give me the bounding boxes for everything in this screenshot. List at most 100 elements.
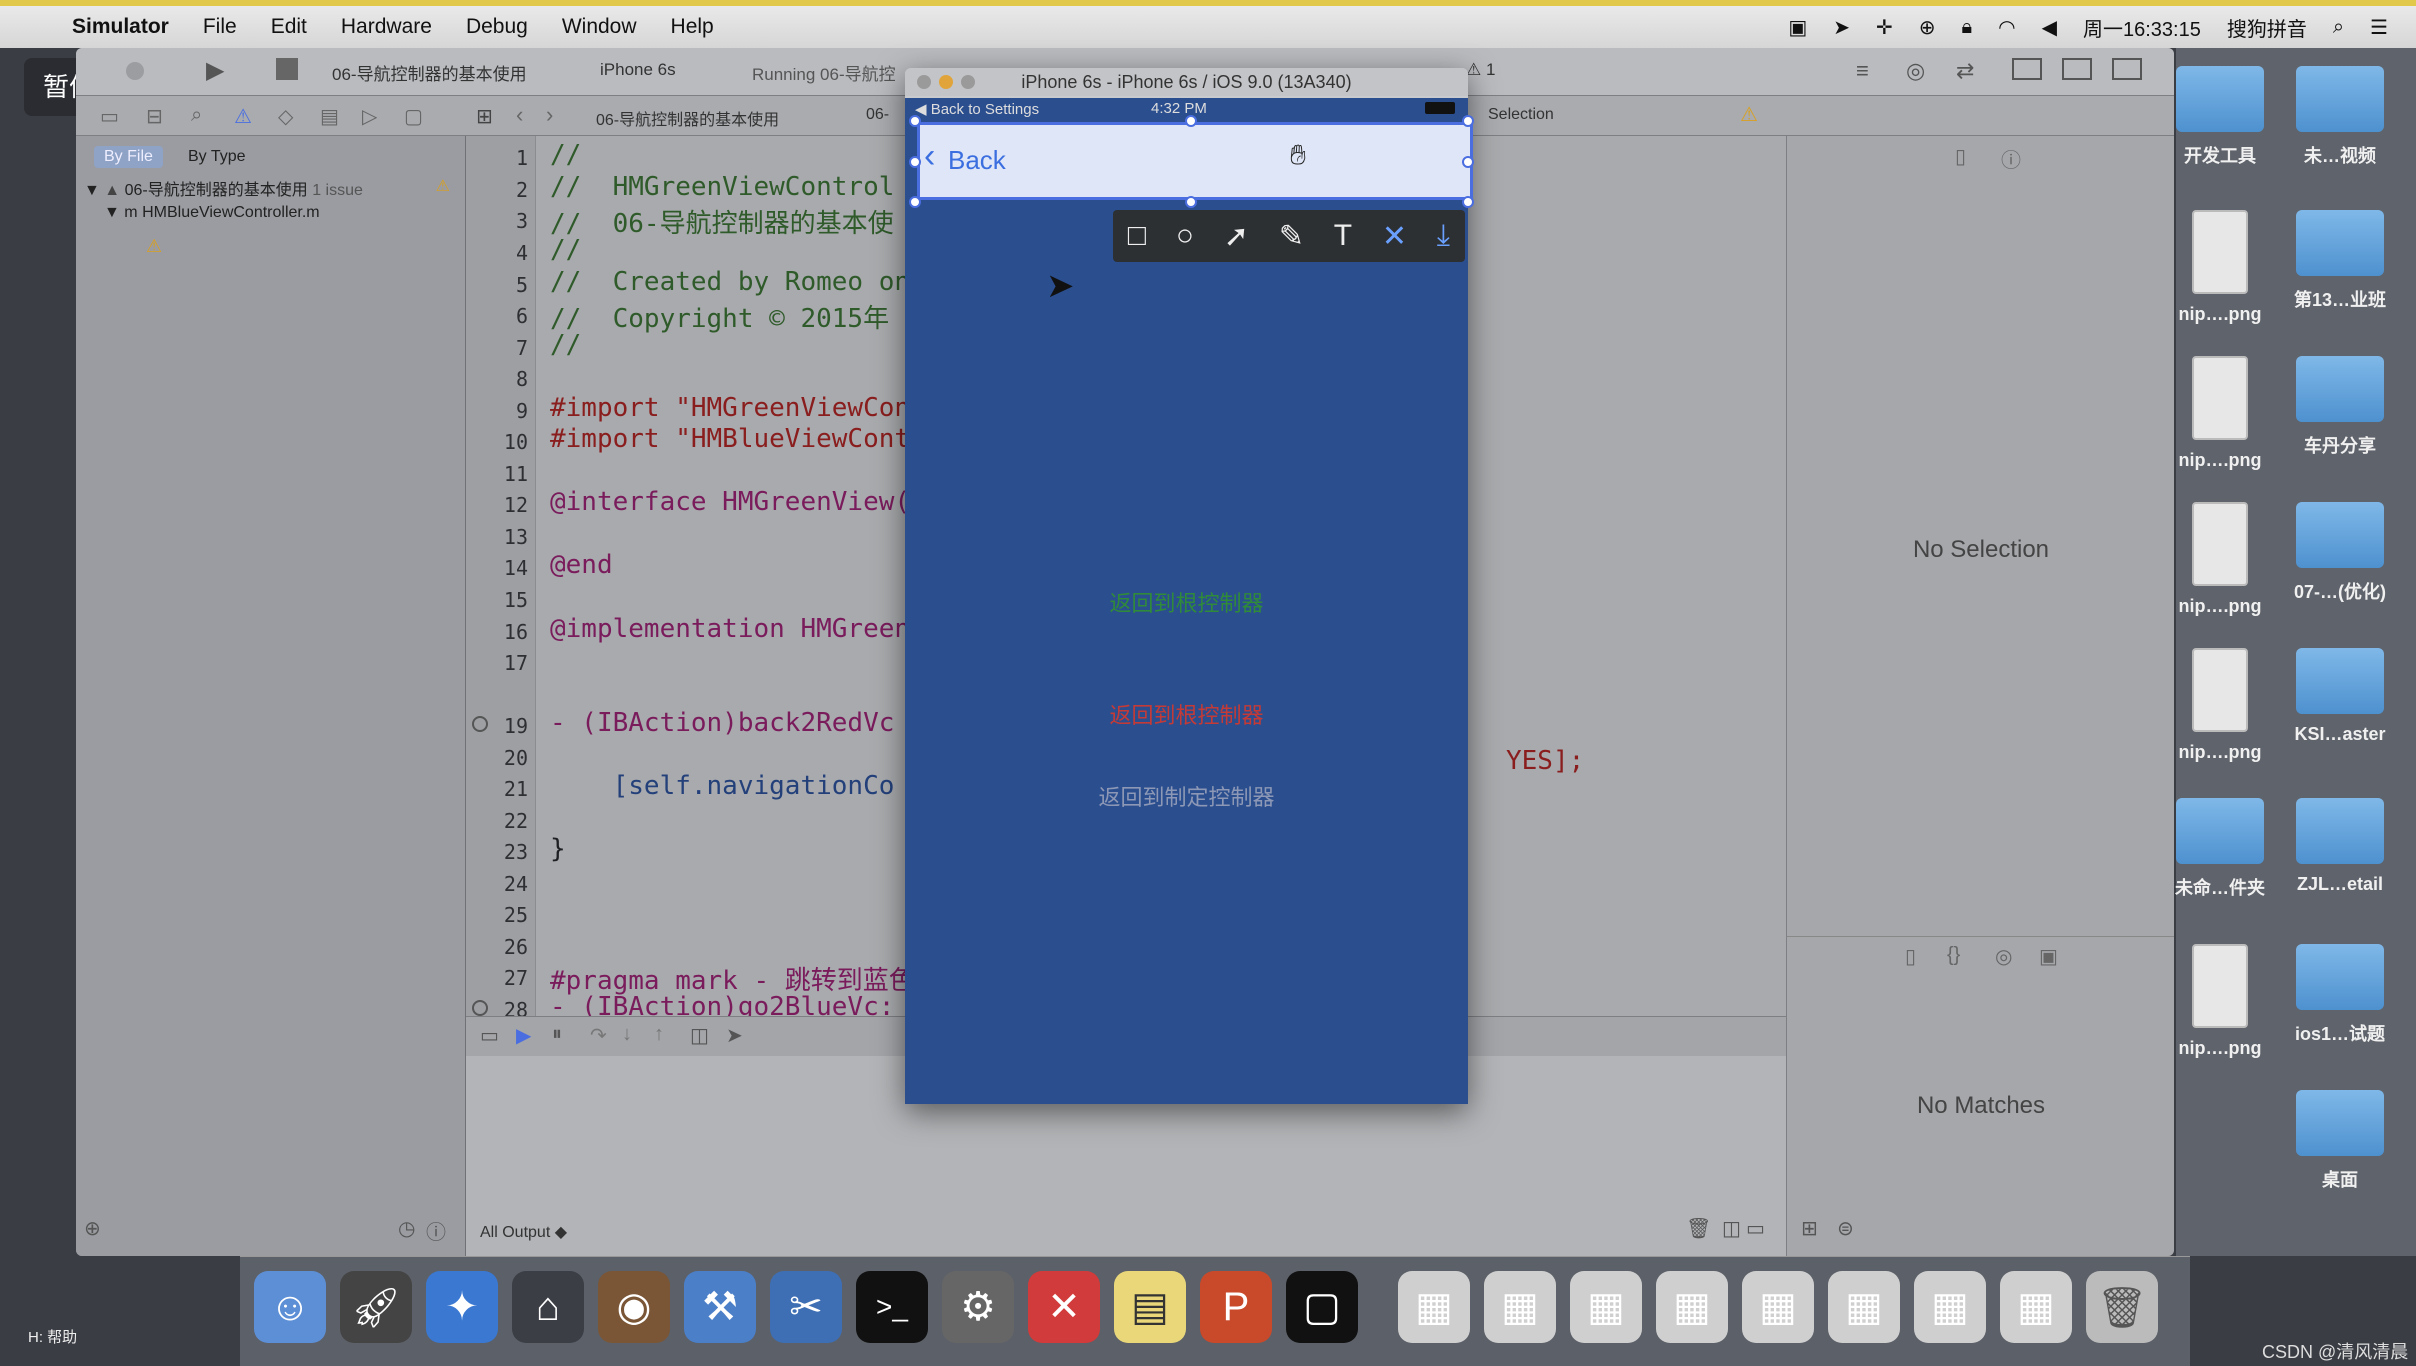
quick-help-icon[interactable]: ⓘ [2001, 144, 2021, 173]
back-history-icon[interactable]: ‹ [516, 102, 523, 128]
library-filter-icon[interactable]: ⊜ [1837, 1216, 1854, 1241]
back-to-settings[interactable]: ◀ Back to Settings [915, 100, 1039, 118]
sim-zoom-button[interactable] [961, 75, 975, 89]
recent-item-icon[interactable]: ▦ [1570, 1271, 1642, 1343]
menu-debug[interactable]: Debug [466, 15, 528, 39]
search-icon[interactable]: ⌕ [191, 104, 202, 127]
code-line[interactable]: @interface HMGreenView( [550, 487, 910, 517]
recent-item-icon[interactable]: ▦ [1742, 1271, 1814, 1343]
desktop-folder[interactable]: ZJL…etail [2290, 798, 2390, 895]
safari-icon[interactable]: ✦ [426, 1271, 498, 1343]
step-out-icon[interactable]: ↑ [654, 1023, 664, 1046]
add-filter-icon[interactable]: ⊕ [84, 1216, 101, 1241]
desktop-file[interactable]: nip….png [2170, 210, 2270, 325]
navigation-bar[interactable]: ‹ Back ✋︎ [917, 122, 1473, 200]
jumpbar-warning-icon[interactable]: ⚠ [1740, 102, 1758, 127]
step-in-icon[interactable]: ↓ [622, 1023, 632, 1046]
menu-window[interactable]: Window [562, 15, 637, 39]
desktop-folder[interactable]: 开发工具 [2170, 66, 2270, 168]
recent-item-icon[interactable]: ▦ [2000, 1271, 2072, 1343]
code-line[interactable]: [self.navigationCo [550, 771, 895, 801]
instruments-icon[interactable]: ✂ [770, 1271, 842, 1343]
object-library-icon[interactable]: ◎ [1995, 944, 2012, 969]
hierarchy-icon[interactable]: ⊟ [146, 104, 163, 129]
selection-handle[interactable] [1462, 196, 1474, 208]
split-console-icon[interactable]: ◫ [1722, 1216, 1741, 1241]
filter-by-type[interactable]: By Type [188, 148, 246, 166]
code-line[interactable]: - (IBAction)back2RedVc [550, 708, 894, 738]
editor-version-icon[interactable]: ⇄ [1956, 58, 1974, 84]
code-line[interactable]: // [550, 330, 581, 360]
report-nav-icon[interactable]: ▢ [404, 104, 423, 129]
code-line[interactable]: @end [550, 550, 613, 580]
close-tool-icon[interactable]: ✕ [1382, 219, 1407, 254]
red-button[interactable]: 返回到根控制器 [905, 698, 1468, 730]
desktop-folder[interactable]: KSI…aster [2290, 648, 2390, 745]
related-items-icon[interactable]: ⊞ [476, 104, 493, 129]
code-line[interactable]: #import "HMBlueViewCont [550, 424, 910, 454]
menu-edit[interactable]: Edit [271, 15, 307, 39]
notes-icon[interactable]: ▤ [1114, 1271, 1186, 1343]
recent-item-icon[interactable]: ▦ [1828, 1271, 1900, 1343]
forward-history-icon[interactable]: › [546, 102, 553, 128]
file-row[interactable]: ▼ m HMBlueViewController.m [104, 204, 320, 222]
desktop-folder[interactable]: 07-…(优化) [2290, 502, 2390, 604]
code-line[interactable]: // Copyright © 2015年 [550, 298, 889, 335]
code-line[interactable]: // 06-导航控制器的基本使 [550, 203, 894, 240]
desktop-folder[interactable]: 未命…件夹 [2170, 798, 2270, 900]
menu-help[interactable]: Help [671, 15, 714, 39]
location-icon[interactable]: ➤ [1833, 15, 1850, 40]
view-debug-icon[interactable]: ◫ [690, 1023, 709, 1048]
pause-debug-icon[interactable]: ⏸ [552, 1023, 562, 1046]
brush-tool-icon[interactable]: ✎ [1279, 219, 1304, 254]
desktop-folder[interactable]: 桌面 [2290, 1090, 2390, 1192]
file-template-icon[interactable]: ▯ [1905, 944, 1916, 969]
close-window-button[interactable] [126, 62, 144, 80]
debug-nav-icon[interactable]: ▤ [320, 104, 339, 129]
recent-item-icon[interactable]: ▦ [1656, 1271, 1728, 1343]
terminal-icon[interactable]: >_ [856, 1271, 928, 1343]
scheme-project[interactable]: 06-导航控制器的基本使用 [332, 60, 527, 85]
editor-standard-icon[interactable]: ≡ [1856, 58, 1869, 84]
code-snippet-icon[interactable]: {} [1947, 944, 1960, 967]
menu-hardware[interactable]: Hardware [341, 15, 432, 39]
app-menu[interactable]: Simulator [72, 15, 169, 39]
breakpoints-toggle-icon[interactable]: ▶ [516, 1023, 531, 1048]
finder-icon[interactable]: ☺ [254, 1271, 326, 1343]
network-icon[interactable]: ⊕ [1919, 15, 1936, 40]
xcode-icon[interactable]: ⚒ [684, 1271, 756, 1343]
rectangle-tool-icon[interactable]: □ [1128, 219, 1146, 253]
volume-icon[interactable]: ◀ [2042, 15, 2057, 40]
wifi-icon[interactable]: ◠ [1998, 15, 2015, 40]
code-line[interactable]: // [550, 235, 581, 265]
mouse-app-icon[interactable]: ⌂ [512, 1271, 584, 1343]
jumpbar-folder[interactable]: 06- [866, 106, 889, 124]
download-tool-icon[interactable]: ⤓ [1437, 219, 1450, 253]
sim-minimize-button[interactable] [939, 75, 953, 89]
code-line[interactable]: #import "HMGreenViewCon [550, 393, 910, 423]
notification-icon[interactable]: ☰ [2370, 15, 2388, 40]
selection-handle[interactable] [1462, 115, 1474, 127]
issue-nav-icon[interactable]: ⚠ [234, 104, 252, 129]
action-connection-icon[interactable] [472, 1000, 488, 1016]
action-connection-icon[interactable] [472, 716, 488, 732]
selection-handle[interactable] [1185, 196, 1197, 208]
selection-handle[interactable] [909, 115, 921, 127]
recent-item-icon[interactable]: ▦ [1914, 1271, 1986, 1343]
crosshair-icon[interactable]: ✛ [1876, 15, 1893, 40]
selection-handle[interactable] [909, 196, 921, 208]
navigator-toggle-icon[interactable] [2012, 58, 2042, 80]
desktop-folder[interactable]: ios1…试题 [2290, 944, 2390, 1046]
code-line[interactable]: } [550, 834, 566, 864]
menu-file[interactable]: File [203, 15, 237, 39]
file-inspector-icon[interactable]: ▯ [1955, 144, 1966, 169]
recent-item-icon[interactable]: ▦ [1484, 1271, 1556, 1343]
console-filter[interactable]: All Output ◆ [480, 1222, 567, 1242]
test-nav-icon[interactable]: ◇ [278, 104, 293, 129]
desktop-file[interactable]: nip….png [2170, 502, 2270, 617]
desktop-file[interactable]: nip….png [2170, 944, 2270, 1059]
breakpoint-nav-icon[interactable]: ▷ [362, 104, 377, 129]
code-line[interactable]: // Created by Romeo on [550, 267, 910, 297]
library-grid-icon[interactable]: ⊞ [1801, 1216, 1818, 1241]
green-button[interactable]: 返回到根控制器 [905, 586, 1468, 618]
